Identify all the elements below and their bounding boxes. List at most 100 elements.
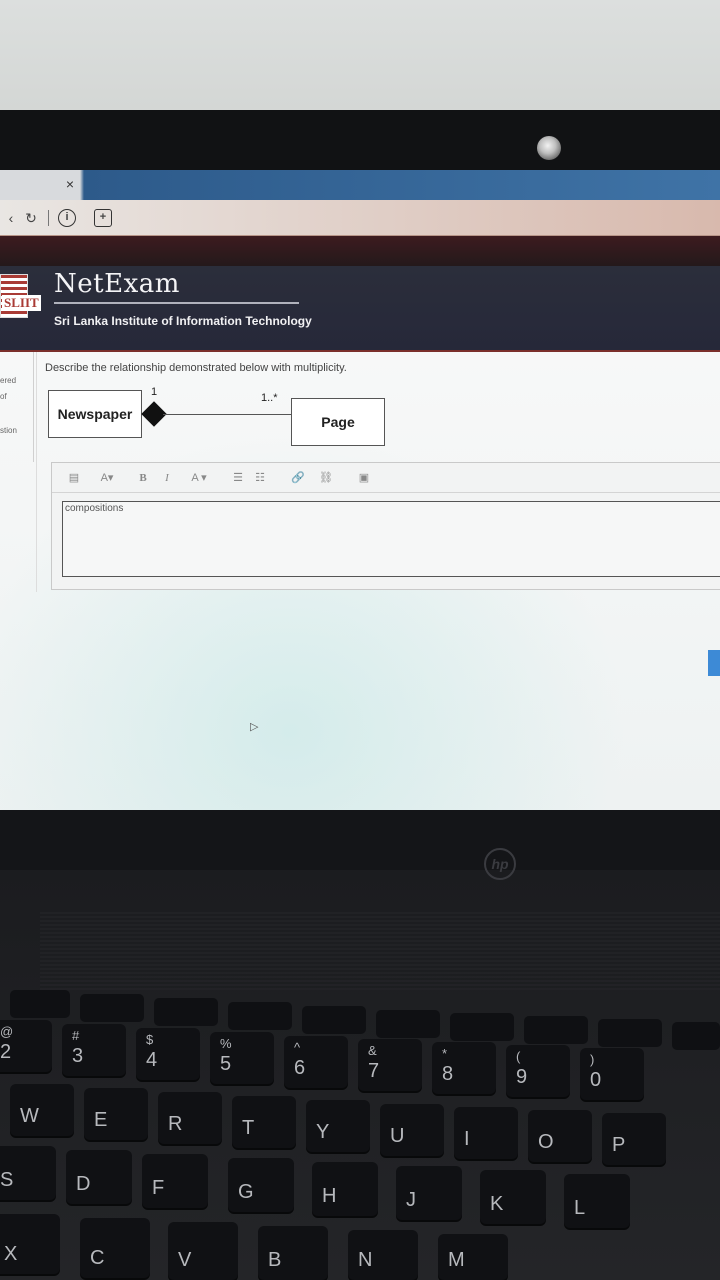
- key-8[interactable]: * 8: [432, 1042, 496, 1094]
- function-key[interactable]: [154, 998, 218, 1026]
- key-label: Y: [316, 1121, 330, 1143]
- key-label: I: [464, 1128, 470, 1150]
- bold-button[interactable]: B: [136, 470, 150, 486]
- browser-toolbar: ‹ ↻ i +: [0, 200, 720, 236]
- key-x[interactable]: X: [0, 1214, 60, 1274]
- key-0[interactable]: ) 0: [580, 1048, 644, 1100]
- key-symbol: ): [590, 1052, 595, 1067]
- function-key[interactable]: [524, 1016, 588, 1044]
- key-label: 7: [368, 1060, 380, 1082]
- newspaper-label: Newspaper: [57, 406, 133, 422]
- key-c[interactable]: C: [80, 1218, 150, 1278]
- key-5[interactable]: % 5: [210, 1032, 274, 1084]
- key-y[interactable]: Y: [306, 1100, 370, 1152]
- key-l[interactable]: L: [564, 1174, 630, 1228]
- key-label: K: [490, 1193, 504, 1215]
- main-content: ered of stion Describe the relationship …: [0, 352, 720, 810]
- function-key[interactable]: [450, 1013, 514, 1041]
- key-label: 9: [516, 1066, 528, 1088]
- key-label: 0: [590, 1069, 602, 1091]
- key-label: X: [4, 1243, 18, 1265]
- nav-item-answered[interactable]: ered: [0, 376, 16, 385]
- key-symbol: %: [220, 1036, 232, 1051]
- key-m[interactable]: M: [438, 1234, 508, 1280]
- key-2[interactable]: @2: [0, 1020, 52, 1072]
- key-label: U: [390, 1125, 405, 1147]
- key-label: B: [268, 1249, 282, 1271]
- key-s[interactable]: S: [0, 1146, 56, 1200]
- key-d[interactable]: D: [66, 1150, 132, 1204]
- key-6[interactable]: ^ 6: [284, 1036, 348, 1088]
- nav-item-question[interactable]: stion: [0, 426, 17, 435]
- key-label: L: [574, 1197, 586, 1219]
- key-3[interactable]: #3: [62, 1024, 126, 1076]
- key-label: 6: [294, 1057, 306, 1079]
- multiplicity-left: 1: [151, 386, 158, 398]
- function-key[interactable]: [228, 1002, 292, 1030]
- key-n[interactable]: N: [348, 1230, 418, 1280]
- answer-textarea[interactable]: compositions: [62, 501, 720, 577]
- reload-icon[interactable]: ↻: [22, 209, 40, 227]
- key-label: O: [538, 1131, 554, 1153]
- key-v[interactable]: V: [168, 1222, 238, 1280]
- key-label: H: [322, 1185, 337, 1207]
- key-7[interactable]: & 7: [358, 1039, 422, 1091]
- key-k[interactable]: K: [480, 1170, 546, 1224]
- bullet-list-icon[interactable]: ☰: [230, 470, 246, 486]
- key-h[interactable]: H: [312, 1162, 378, 1216]
- close-tab-icon[interactable]: ×: [62, 176, 78, 192]
- key-p[interactable]: P: [602, 1113, 666, 1165]
- key-symbol: *: [442, 1046, 448, 1061]
- text-color-button[interactable]: A▾: [94, 470, 120, 486]
- association-line: [163, 414, 291, 415]
- unlink-icon[interactable]: ⛓: [318, 470, 334, 486]
- key-r[interactable]: R: [158, 1092, 222, 1144]
- function-key[interactable]: [10, 990, 70, 1018]
- question-panel: Describe the relationship demonstrated b…: [36, 352, 720, 592]
- key-symbol: #: [72, 1028, 80, 1043]
- key-w[interactable]: W: [10, 1084, 74, 1136]
- key-b[interactable]: B: [258, 1226, 328, 1280]
- extension-icon[interactable]: +: [94, 209, 112, 227]
- key-label: W: [20, 1105, 39, 1127]
- numbered-list-icon[interactable]: ☷: [252, 470, 268, 486]
- key-symbol: ^: [294, 1040, 301, 1055]
- key-label: J: [406, 1189, 416, 1211]
- uml-class-newspaper: Newspaper: [48, 390, 142, 438]
- function-key[interactable]: [672, 1022, 720, 1050]
- function-key[interactable]: [302, 1006, 366, 1034]
- key-label: S: [0, 1169, 14, 1191]
- link-icon[interactable]: 🔗: [290, 470, 306, 486]
- function-key[interactable]: [376, 1010, 440, 1038]
- function-key[interactable]: [80, 994, 144, 1022]
- key-4[interactable]: $4: [136, 1028, 200, 1080]
- key-9[interactable]: (9: [506, 1045, 570, 1097]
- key-f[interactable]: F: [142, 1154, 208, 1208]
- key-e[interactable]: E: [84, 1088, 148, 1140]
- key-j[interactable]: J: [396, 1166, 462, 1220]
- format-icon[interactable]: ▤: [66, 470, 82, 486]
- key-label: F: [152, 1177, 165, 1199]
- toolbar-divider: [48, 210, 49, 226]
- font-size-button[interactable]: A ▾: [186, 470, 212, 486]
- italic-button[interactable]: I: [160, 470, 174, 486]
- key-label: E: [94, 1109, 108, 1131]
- hp-logo: hp: [484, 848, 516, 880]
- key-label: M: [448, 1249, 465, 1271]
- uml-class-page: Page: [291, 398, 385, 446]
- key-i[interactable]: I: [454, 1107, 518, 1159]
- key-o[interactable]: O: [528, 1110, 592, 1162]
- nav-item-of[interactable]: of: [0, 392, 7, 401]
- key-u[interactable]: U: [380, 1104, 444, 1156]
- function-key[interactable]: [598, 1019, 662, 1047]
- key-label: V: [178, 1249, 192, 1271]
- key-symbol: @: [0, 1024, 14, 1039]
- back-icon[interactable]: ‹: [2, 209, 20, 227]
- side-action-button[interactable]: [708, 650, 720, 676]
- site-info-icon[interactable]: i: [58, 209, 76, 227]
- key-g[interactable]: G: [228, 1158, 294, 1212]
- key-t[interactable]: T: [232, 1096, 296, 1148]
- webcam: [537, 136, 561, 160]
- answer-editor: ▤ A▾ B I A ▾ ☰ ☷ 🔗 ⛓ ▣ compositions: [51, 462, 720, 590]
- image-icon[interactable]: ▣: [356, 470, 372, 486]
